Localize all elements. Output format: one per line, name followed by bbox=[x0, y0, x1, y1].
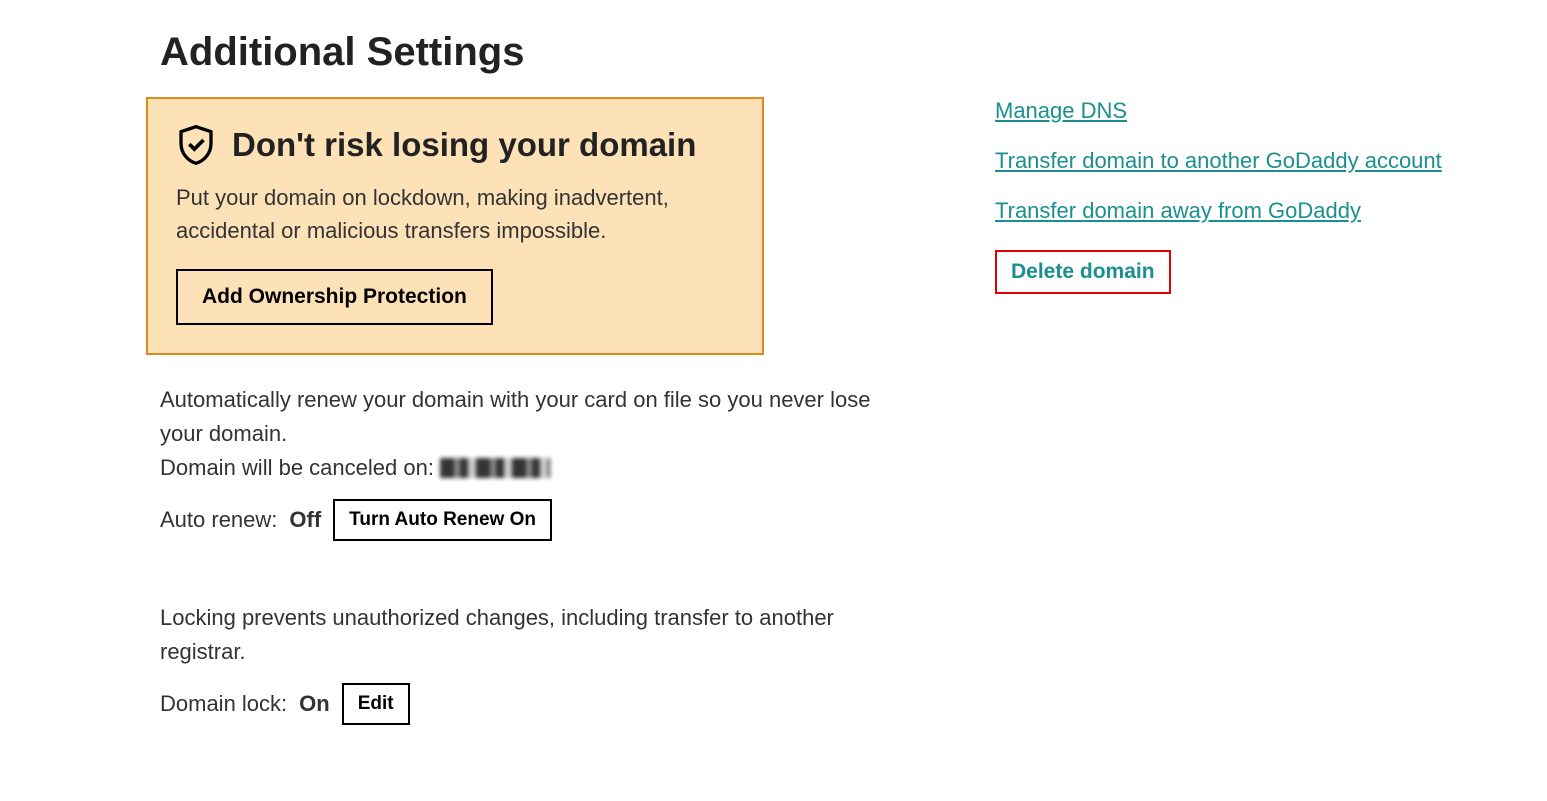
auto-renew-section: Automatically renew your domain with you… bbox=[160, 383, 880, 541]
manage-dns-link[interactable]: Manage DNS bbox=[995, 98, 1127, 124]
turn-auto-renew-on-button[interactable]: Turn Auto Renew On bbox=[333, 499, 552, 541]
delete-domain-link[interactable]: Delete domain bbox=[1011, 260, 1155, 284]
transfer-away-link[interactable]: Transfer domain away from GoDaddy bbox=[995, 198, 1361, 224]
shield-check-icon bbox=[176, 123, 216, 167]
domain-lock-status: On bbox=[299, 691, 330, 717]
add-ownership-protection-button[interactable]: Add Ownership Protection bbox=[176, 269, 493, 325]
transfer-to-another-account-link[interactable]: Transfer domain to another GoDaddy accou… bbox=[995, 148, 1442, 174]
auto-renew-status: Off bbox=[289, 507, 321, 533]
domain-lock-section: Locking prevents unauthorized changes, i… bbox=[160, 601, 880, 725]
page-title: Additional Settings bbox=[160, 30, 880, 75]
ownership-heading: Don't risk losing your domain bbox=[232, 126, 696, 164]
ownership-description: Put your domain on lockdown, making inad… bbox=[176, 181, 734, 247]
cancel-date-value-redacted bbox=[440, 458, 550, 478]
cancel-date-label: Domain will be canceled on: bbox=[160, 451, 434, 485]
side-links-column: Manage DNS Transfer domain to another Go… bbox=[880, 30, 1442, 725]
auto-renew-label: Auto renew: bbox=[160, 507, 277, 533]
domain-lock-description: Locking prevents unauthorized changes, i… bbox=[160, 601, 880, 669]
edit-domain-lock-button[interactable]: Edit bbox=[342, 683, 410, 725]
delete-domain-highlight: Delete domain bbox=[995, 250, 1171, 294]
ownership-protection-card: Don't risk losing your domain Put your d… bbox=[146, 97, 764, 355]
auto-renew-description: Automatically renew your domain with you… bbox=[160, 383, 880, 451]
domain-lock-label: Domain lock: bbox=[160, 691, 287, 717]
